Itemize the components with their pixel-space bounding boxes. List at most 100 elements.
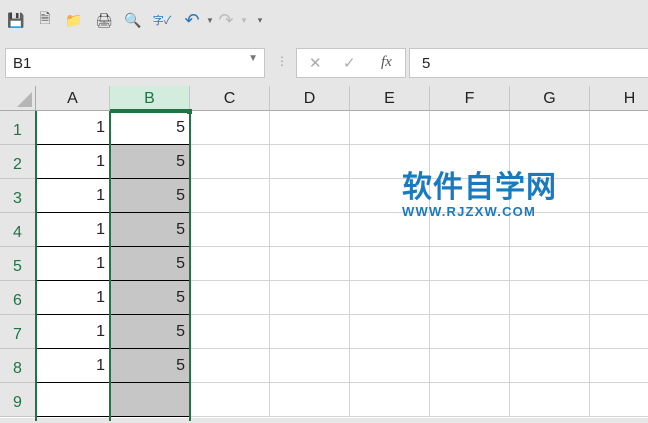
cell-A5[interactable]: 1 [36,247,110,281]
cell-G8[interactable] [510,349,590,383]
cell-F6[interactable] [430,281,510,315]
cell-B8[interactable]: 5 [110,349,190,383]
column-header-c[interactable]: C [190,86,270,111]
cell-H1[interactable] [590,111,648,145]
cell-D9[interactable] [270,383,350,417]
cell-G5[interactable] [510,247,590,281]
print-icon[interactable]: 🖨 [94,10,114,30]
column-header-d[interactable]: D [270,86,350,111]
formula-input[interactable]: 5 [409,48,648,78]
cell-D7[interactable] [270,315,350,349]
cell-D6[interactable] [270,281,350,315]
column-header-e[interactable]: E [350,86,430,111]
cell-B7[interactable]: 5 [110,315,190,349]
cell-F8[interactable] [430,349,510,383]
cell-F1[interactable] [430,111,510,145]
save-icon[interactable]: 💾 [6,10,26,30]
cell-A3[interactable]: 1 [36,179,110,213]
cancel-icon[interactable]: ✕ [309,54,322,72]
cell-D5[interactable] [270,247,350,281]
row-header[interactable]: 8 [0,349,36,383]
cell-E1[interactable] [350,111,430,145]
cell-D3[interactable] [270,179,350,213]
cell-E8[interactable] [350,349,430,383]
row-header[interactable]: 6 [0,281,36,315]
redo-icon[interactable]: ↷ [216,10,236,30]
cell-F5[interactable] [430,247,510,281]
cell-H2[interactable] [590,145,648,179]
row-header[interactable]: 4 [0,213,36,247]
cell-B9[interactable] [110,383,190,417]
cell-C7[interactable] [190,315,270,349]
column-header-h[interactable]: H [590,86,648,111]
cell-B6[interactable]: 5 [110,281,190,315]
cell-H4[interactable] [590,213,648,247]
cell-G9[interactable] [510,383,590,417]
cell-E6[interactable] [350,281,430,315]
cell-E5[interactable] [350,247,430,281]
formula-bar: B1 ▼ ⋮ ✕ ✓ fx 5 [0,48,648,78]
cell-E7[interactable] [350,315,430,349]
cell-C4[interactable] [190,213,270,247]
cell-C3[interactable] [190,179,270,213]
select-all-button[interactable] [0,86,36,111]
cell-D8[interactable] [270,349,350,383]
cell-H5[interactable] [590,247,648,281]
new-file-icon[interactable]: 🗎 [35,10,55,30]
cell-C2[interactable] [190,145,270,179]
cell-C5[interactable] [190,247,270,281]
cell-F9[interactable] [430,383,510,417]
cell-F7[interactable] [430,315,510,349]
cell-H8[interactable] [590,349,648,383]
cell-A9[interactable] [36,383,110,417]
undo-icon[interactable]: ↶ [182,10,202,30]
cell-H6[interactable] [590,281,648,315]
selection-border-right [189,111,191,421]
cell-H3[interactable] [590,179,648,213]
cell-D4[interactable] [270,213,350,247]
cell-D2[interactable] [270,145,350,179]
confirm-icon[interactable]: ✓ [343,54,356,72]
cell-H7[interactable] [590,315,648,349]
cell-A4[interactable]: 1 [36,213,110,247]
column-header-b[interactable]: B [110,86,190,111]
cell-A2[interactable]: 1 [36,145,110,179]
row-header[interactable]: 1 [0,111,36,145]
cell-B4[interactable]: 5 [110,213,190,247]
cell-B5[interactable]: 5 [110,247,190,281]
drag-handle-icon[interactable]: ⋮ [276,54,288,68]
watermark: 软件自学网 WWW.RJZXW.COM [402,162,557,219]
cell-G1[interactable] [510,111,590,145]
cell-A8[interactable]: 1 [36,349,110,383]
open-folder-icon[interactable]: 📁 [64,10,84,30]
row-header[interactable]: 2 [0,145,36,179]
name-box[interactable]: B1 ▼ [5,48,265,78]
cell-A6[interactable]: 1 [36,281,110,315]
column-header-g[interactable]: G [510,86,590,111]
cell-A1[interactable]: 1 [36,111,110,145]
cell-D1[interactable] [270,111,350,145]
cell-B1[interactable]: 5 [110,111,190,145]
cell-E9[interactable] [350,383,430,417]
cell-H9[interactable] [590,383,648,417]
row-header[interactable]: 5 [0,247,36,281]
cell-C6[interactable] [190,281,270,315]
print-preview-icon[interactable]: 🔍 [123,10,143,30]
chevron-down-icon[interactable]: ▼ [248,53,258,64]
cell-C1[interactable] [190,111,270,145]
cell-G7[interactable] [510,315,590,349]
row-header[interactable]: 3 [0,179,36,213]
column-header-f[interactable]: F [430,86,510,111]
cell-C8[interactable] [190,349,270,383]
cell-B2[interactable]: 5 [110,145,190,179]
spell-check-icon[interactable]: 字✓ [152,10,172,30]
cell-B3[interactable]: 5 [110,179,190,213]
cell-A7[interactable]: 1 [36,315,110,349]
insert-function-icon[interactable]: fx [381,54,392,71]
customize-icon[interactable]: ▾ [250,10,270,30]
row-header[interactable]: 7 [0,315,36,349]
cell-C9[interactable] [190,383,270,417]
row-header[interactable]: 9 [0,383,36,417]
column-header-a[interactable]: A [36,86,110,111]
cell-G6[interactable] [510,281,590,315]
